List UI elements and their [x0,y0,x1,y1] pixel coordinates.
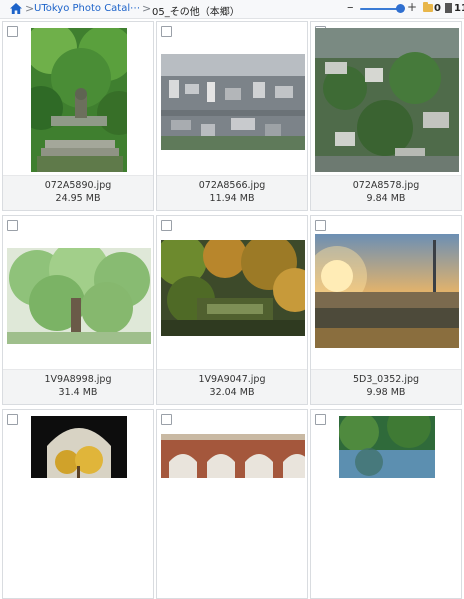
select-checkbox[interactable] [315,414,326,425]
file-caption: 072A8578.jpg 9.84 MB [311,175,461,210]
zoom-out-button[interactable]: – [347,0,354,15]
zoom-slider-thumb[interactable] [396,4,405,13]
select-checkbox[interactable] [161,220,172,231]
toolbar: > UTokyo Photo Catal⋯ > 05_その他（本郷） – + 0… [0,0,464,19]
select-checkbox[interactable] [161,26,172,37]
thumbnail-city-aerial [161,54,305,150]
thumbnail-sunset-skyline [315,234,459,348]
file-name: 072A8566.jpg [198,180,266,191]
file-tile[interactable] [310,409,462,599]
file-tile[interactable]: 5D3_0352.jpg 9.98 MB [310,215,462,405]
thumbnail-statue-in-forest [31,28,127,172]
file-size: 32.04 MB [209,387,255,398]
file-caption: 1V9A9047.jpg 32.04 MB [157,369,307,404]
thumbnail-gothic-arch-ginkgo [31,416,127,478]
file-size: 31.4 MB [58,387,98,398]
home-icon[interactable] [10,3,22,14]
breadcrumb-current-folder: 05_その他（本郷） [152,7,240,18]
zoom-slider-track[interactable] [360,8,400,10]
select-checkbox[interactable] [7,26,18,37]
file-name: 5D3_0352.jpg [352,374,420,385]
file-size: 24.95 MB [55,193,101,204]
folder-count: 0 [434,3,441,14]
file-icon [445,3,452,13]
file-tile[interactable]: 072A8566.jpg 11.94 MB [156,21,308,211]
select-checkbox[interactable] [161,414,172,425]
thumbnail-autumn-garden-pond [161,240,305,336]
file-tile[interactable] [2,409,154,599]
file-name: 072A5890.jpg [44,180,112,191]
file-grid: 072A5890.jpg 24.95 MB 072A8566.jpg 11.94… [0,19,464,599]
file-caption: 1V9A8998.jpg 31.4 MB [3,369,153,404]
thumbnail-trees-reflection [339,416,435,478]
file-size: 9.98 MB [366,387,406,398]
thumbnail-campus-aerial [315,28,459,172]
file-size: 9.84 MB [366,193,406,204]
file-count: 11 [454,3,464,14]
file-tile[interactable]: 1V9A8998.jpg 31.4 MB [2,215,154,405]
thumbnail-brick-arcade [161,434,305,478]
file-tile[interactable]: 1V9A9047.jpg 32.04 MB [156,215,308,405]
file-name: 1V9A9047.jpg [198,374,266,385]
thumbnail-large-tree [7,248,151,344]
select-checkbox[interactable] [7,414,18,425]
file-tile[interactable] [156,409,308,599]
file-caption: 5D3_0352.jpg 9.98 MB [311,369,461,404]
select-checkbox[interactable] [7,220,18,231]
file-caption: 072A5890.jpg 24.95 MB [3,175,153,210]
file-size: 11.94 MB [209,193,255,204]
zoom-in-button[interactable]: + [407,0,417,14]
file-name: 1V9A8998.jpg [44,374,112,385]
file-tile[interactable]: 072A5890.jpg 24.95 MB [2,21,154,211]
folder-icon [423,2,433,12]
breadcrumb-separator: > [25,2,35,15]
file-tile[interactable]: 072A8578.jpg 9.84 MB [310,21,462,211]
file-name: 072A8578.jpg [352,180,420,191]
file-caption: 072A8566.jpg 11.94 MB [157,175,307,210]
breadcrumb-root-link[interactable]: UTokyo Photo Catal⋯ [34,3,140,14]
breadcrumb-separator: > [142,2,152,15]
select-checkbox[interactable] [315,220,326,231]
